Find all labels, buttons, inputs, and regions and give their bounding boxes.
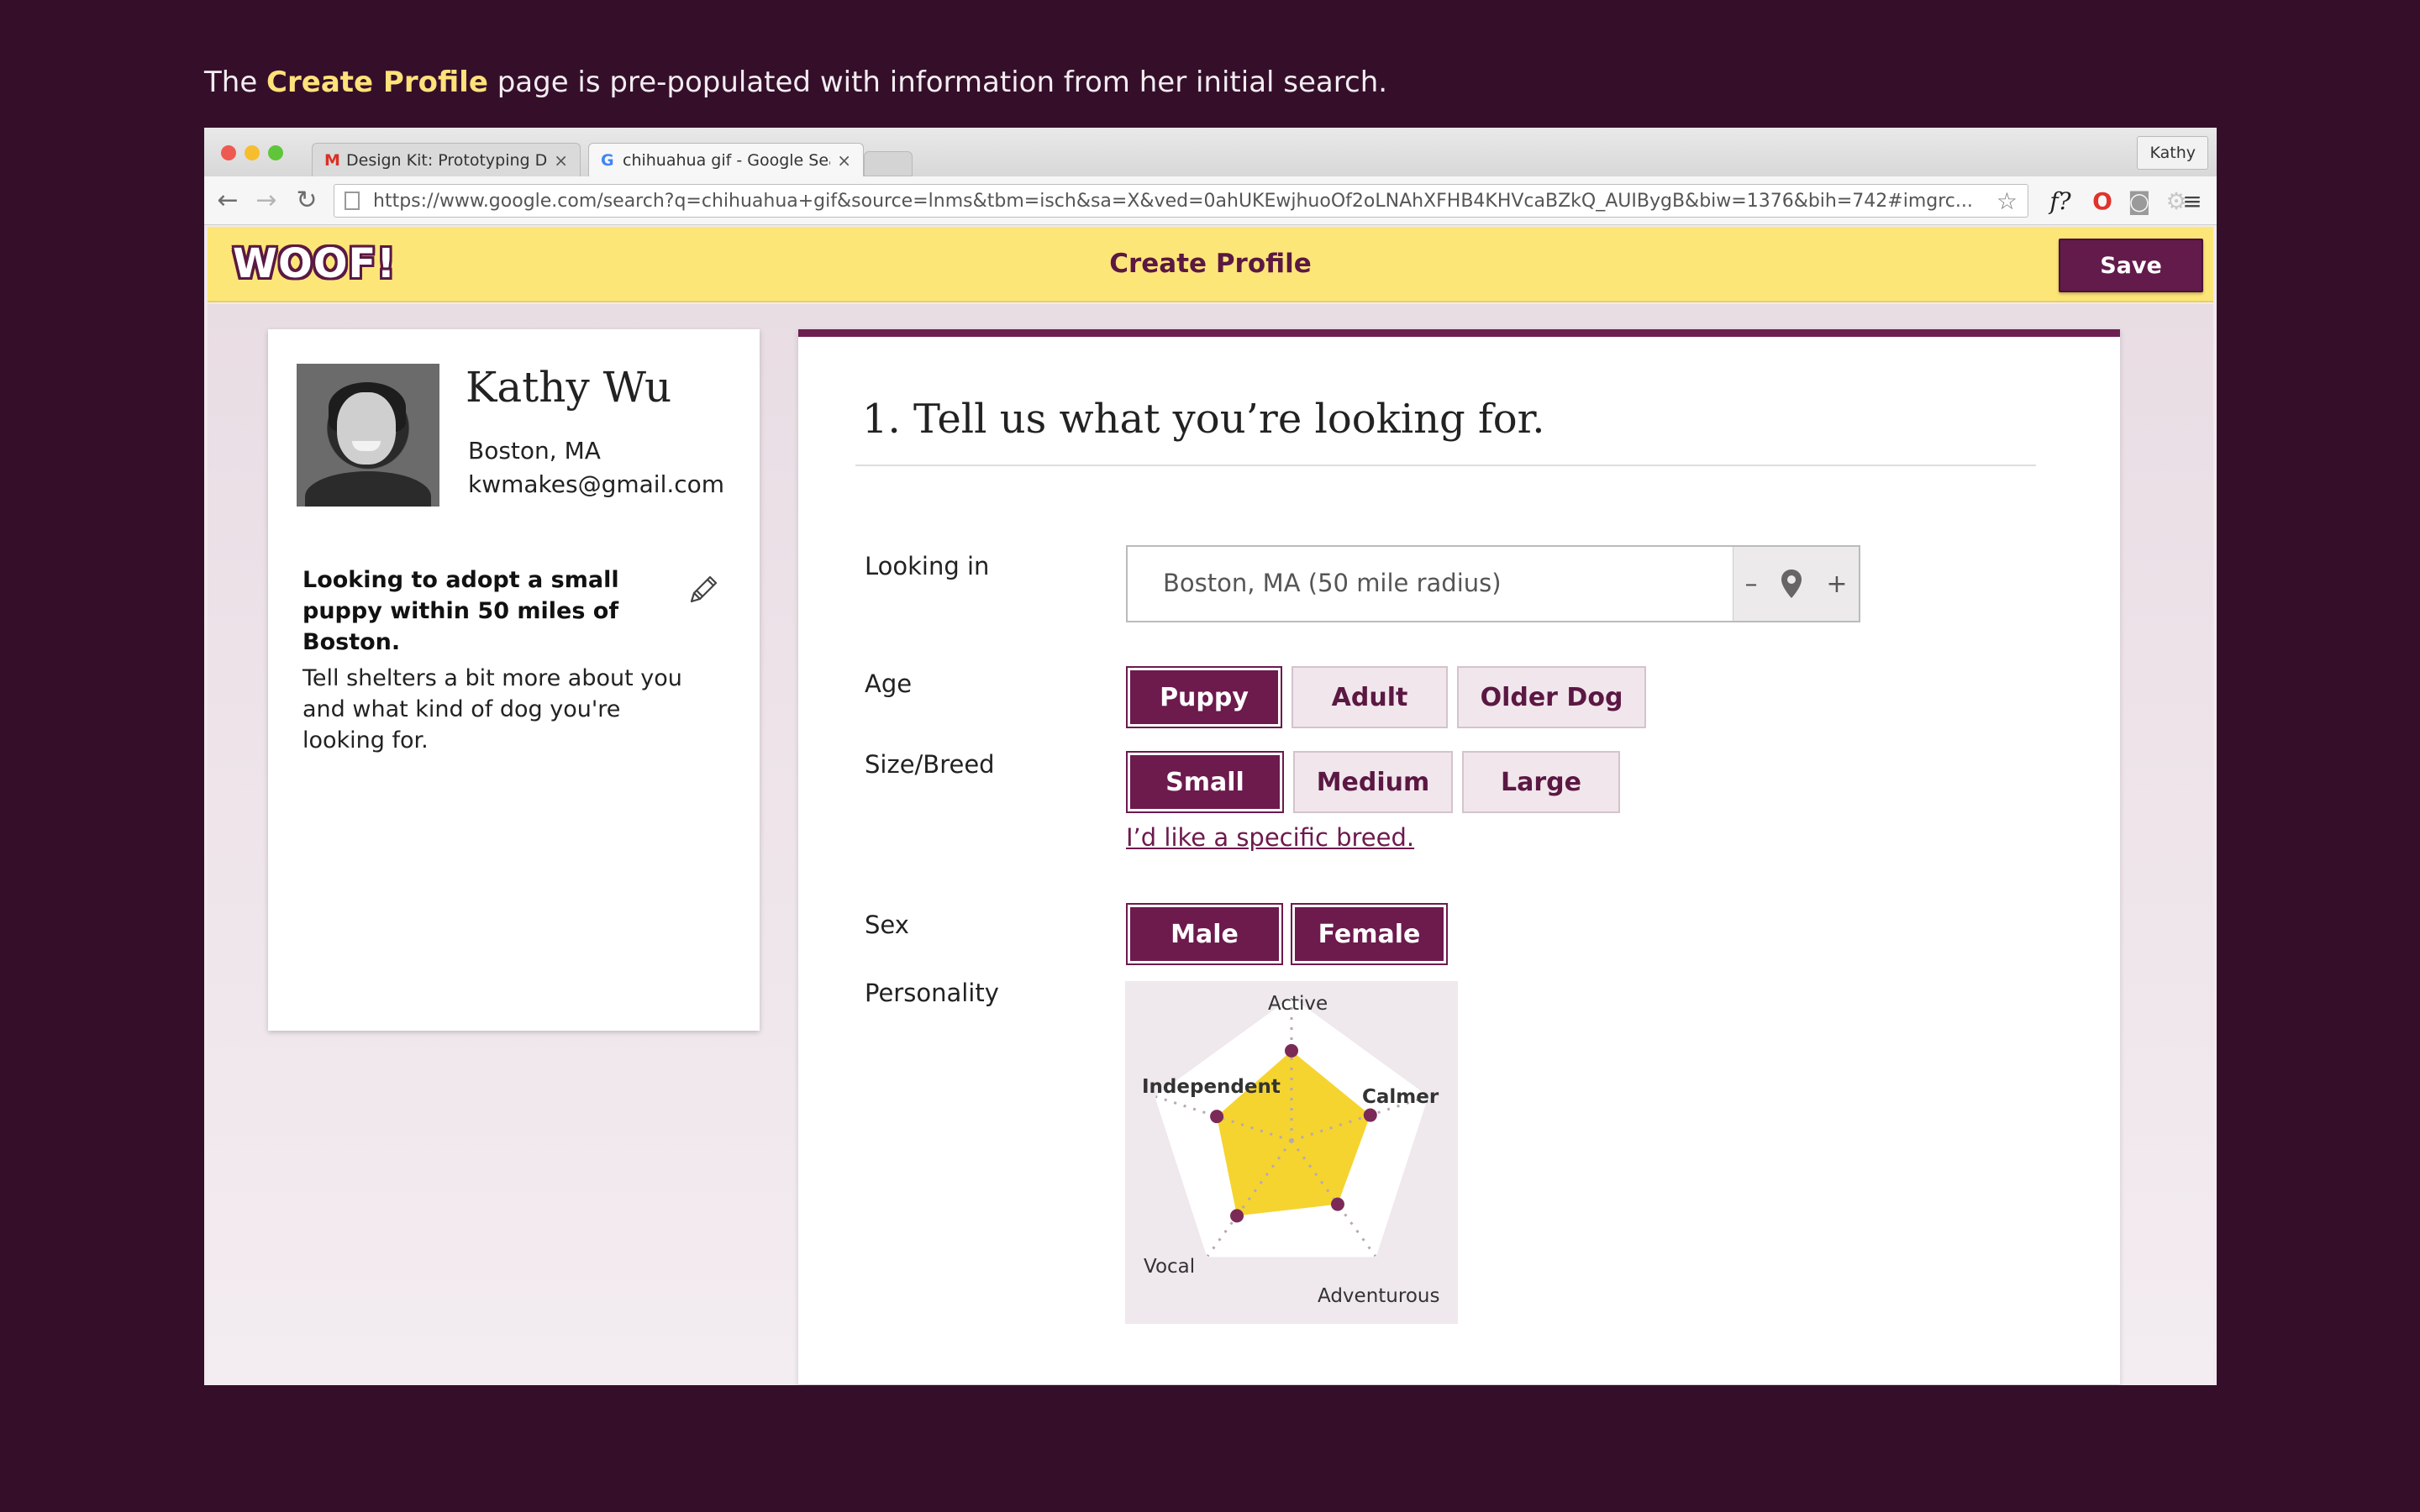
size-option-small[interactable]: Small xyxy=(1126,751,1284,813)
sex-label: Sex xyxy=(865,911,909,939)
radar-label-calmer: Calmer xyxy=(1362,1086,1439,1108)
close-tab-icon[interactable]: × xyxy=(554,150,568,171)
browser-profile-button[interactable]: Kathy xyxy=(2137,136,2208,170)
tab-bar: M Design Kit: Prototyping Da × G chihuah… xyxy=(204,128,2217,176)
age-label: Age xyxy=(865,669,913,698)
profile-summary: Looking to adopt a small puppy within 50… xyxy=(302,567,619,655)
profile-location: Boston, MA xyxy=(468,437,601,465)
minimize-window-button[interactable] xyxy=(245,145,260,160)
tab-chihuahua-gif[interactable]: G chihuahua gif - Google Sea × xyxy=(588,143,864,176)
browser-toolbar: ← → ↻ https://www.google.com/search?q=ch… xyxy=(204,176,2217,225)
profile-card: Kathy Wu Boston, MA kwmakes@gmail.com Lo… xyxy=(268,329,760,1031)
increase-radius-button[interactable]: + xyxy=(1826,570,1847,599)
location-value: Boston, MA (50 mile radius) xyxy=(1163,569,1502,597)
back-icon[interactable]: ← xyxy=(213,183,243,217)
gmail-icon: M xyxy=(324,150,340,170)
size-option-medium[interactable]: Medium xyxy=(1293,751,1453,813)
page-content: Kathy Wu Boston, MA kwmakes@gmail.com Lo… xyxy=(208,304,2213,1385)
age-option-older-dog[interactable]: Older Dog xyxy=(1457,666,1646,728)
location-field[interactable]: Boston, MA (50 mile radius) – + xyxy=(1126,545,1860,622)
opera-extension-icon[interactable]: O xyxy=(2086,185,2118,217)
size-breed-label: Size/Breed xyxy=(865,750,995,779)
slide-caption: The Create Profile page is pre-populated… xyxy=(204,66,1388,99)
close-tab-icon[interactable]: × xyxy=(837,150,851,171)
radar-label-active: Active xyxy=(1268,993,1328,1015)
radar-point[interactable] xyxy=(1330,1197,1344,1211)
radar-point[interactable] xyxy=(1285,1043,1298,1058)
close-window-button[interactable] xyxy=(221,145,236,160)
address-bar[interactable]: https://www.google.com/search?q=chihuahu… xyxy=(334,184,2028,218)
decrease-radius-button[interactable]: – xyxy=(1744,570,1757,599)
bookmark-star-icon[interactable]: ☆ xyxy=(1996,187,2018,215)
page-icon xyxy=(345,192,360,210)
radar-point[interactable] xyxy=(1363,1108,1377,1122)
save-button[interactable]: Save xyxy=(2059,239,2203,292)
location-pin-icon[interactable] xyxy=(1780,568,1803,600)
age-option-adult[interactable]: Adult xyxy=(1292,666,1448,728)
forward-icon[interactable]: → xyxy=(251,183,281,217)
new-tab-button[interactable] xyxy=(864,151,913,176)
search-criteria-form: 1. Tell us what you’re looking for. Look… xyxy=(798,329,2120,1384)
camera-extension-icon[interactable]: ◙ xyxy=(2123,185,2155,217)
tab-design-kit[interactable]: M Design Kit: Prototyping Da × xyxy=(312,143,581,176)
maximize-window-button[interactable] xyxy=(268,145,283,160)
divider xyxy=(855,465,2036,466)
profile-name: Kathy Wu xyxy=(466,363,672,412)
radius-controls: – + xyxy=(1733,547,1859,621)
age-option-puppy[interactable]: Puppy xyxy=(1126,666,1282,728)
size-option-large[interactable]: Large xyxy=(1462,751,1620,813)
font-extension-icon[interactable]: f? xyxy=(2044,185,2076,217)
google-icon: G xyxy=(601,150,614,170)
profile-description: Tell shelters a bit more about you and w… xyxy=(302,665,682,753)
form-heading: 1. Tell us what you’re looking for. xyxy=(862,396,1545,443)
menu-icon[interactable]: ≡ xyxy=(2174,185,2211,217)
looking-in-label: Looking in xyxy=(865,552,990,580)
radar-label-vocal: Vocal xyxy=(1144,1256,1196,1278)
specific-breed-link[interactable]: I’d like a specific breed. xyxy=(1126,823,1414,852)
pencil-icon[interactable] xyxy=(685,573,720,608)
personality-radar[interactable]: Active Calmer Adventurous Vocal Independ… xyxy=(1125,981,1458,1324)
radar-point[interactable] xyxy=(1230,1209,1244,1223)
profile-email: kwmakes@gmail.com xyxy=(468,470,725,498)
page-title: Create Profile xyxy=(1109,249,1312,279)
radar-point[interactable] xyxy=(1210,1110,1224,1124)
sex-option-female[interactable]: Female xyxy=(1291,903,1448,965)
browser-window: M Design Kit: Prototyping Da × G chihuah… xyxy=(204,128,2217,1385)
sex-option-male[interactable]: Male xyxy=(1126,903,1283,965)
radar-label-adventurous: Adventurous xyxy=(1318,1285,1440,1307)
reload-icon[interactable]: ↻ xyxy=(292,183,322,217)
personality-label: Personality xyxy=(865,979,999,1007)
avatar xyxy=(297,364,439,507)
radar-label-independent: Independent xyxy=(1142,1076,1281,1098)
app-header: WOOF! Create Profile Save xyxy=(208,227,2213,302)
